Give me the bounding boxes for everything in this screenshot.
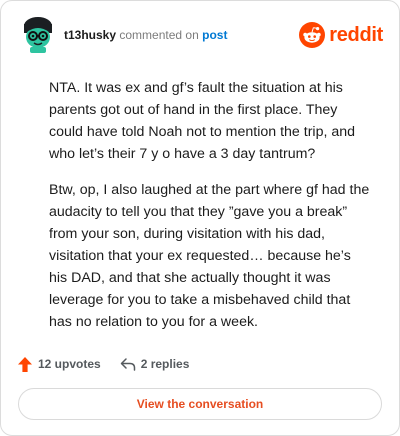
snoo-avatar-icon[interactable]	[18, 15, 58, 55]
upvotes-count: 12 upvotes	[38, 357, 101, 371]
comment-byline: t13husky commented on post	[64, 28, 227, 42]
reddit-logo[interactable]: reddit	[299, 22, 383, 48]
comment-paragraph: NTA. It was ex and gf’s fault the situat…	[49, 80, 356, 162]
reddit-wordmark: reddit	[329, 24, 383, 46]
replies-count: 2 replies	[140, 357, 190, 371]
post-link[interactable]: post	[202, 28, 227, 42]
commented-on-text: commented on	[119, 28, 199, 42]
comment-card: t13husky commented on post reddit NTA. I…	[0, 0, 400, 436]
reddit-snoo-icon	[299, 22, 326, 48]
username-link[interactable]: t13husky	[64, 28, 116, 42]
reply-arrow-icon	[120, 357, 136, 371]
replies-button[interactable]: 2 replies	[120, 357, 190, 371]
comment-paragraph: Btw, op, I also laughed at the part wher…	[49, 182, 370, 330]
upvotes-button[interactable]: 12 upvotes	[18, 356, 101, 372]
view-conversation-button[interactable]: View the conversation	[18, 388, 382, 420]
comment-body: NTA. It was ex and gf’s fault the situat…	[49, 77, 371, 347]
upvote-arrow-icon	[18, 356, 32, 372]
comment-header: t13husky commented on post reddit	[18, 15, 383, 55]
comment-actions: 12 upvotes 2 replies	[18, 353, 189, 375]
